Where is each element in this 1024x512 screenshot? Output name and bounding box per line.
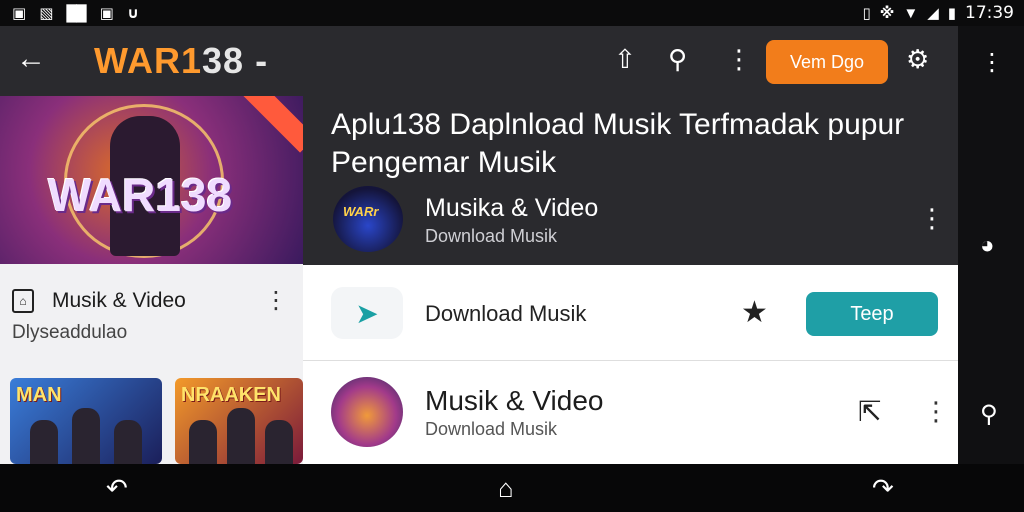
arrow-up-left-icon[interactable]: ⇱ (858, 395, 881, 428)
list-item-avatar (331, 377, 403, 447)
image-icon: ▣ (12, 5, 26, 22)
featured-app-row[interactable]: WARr Musika & Video Download Musik ⋮ (333, 186, 953, 252)
thumbnail-figure (72, 408, 100, 464)
notification-icon: ██ (66, 4, 86, 22)
thumbnail-figure (114, 420, 142, 464)
navigation-bar: ↶ ⌂ ↷ (0, 464, 1024, 512)
bluetooth-icon: ※ (879, 5, 895, 22)
promo-banner[interactable]: WAR138 (0, 96, 303, 264)
back-nav-icon[interactable]: ↶ (106, 474, 128, 502)
banner-title: WAR138 (48, 169, 233, 221)
send-icon: ➤ (331, 287, 403, 339)
more-vert-icon[interactable]: ⋮ (726, 44, 752, 74)
status-right-icons: ▯ ※ ▼ ◢ ▮ 17:39 (862, 0, 1014, 26)
list-item-title: Musik & Video (52, 289, 186, 312)
banner-ribbon (236, 96, 303, 153)
featured-app-subtitle: Download Musik (425, 226, 558, 246)
thumbnail-title: NRAAKEN (181, 384, 281, 406)
key-icon[interactable]: ⚲ (980, 400, 998, 429)
star-icon[interactable]: ★ (741, 295, 768, 330)
brand-number: 38 (202, 40, 245, 81)
featured-app-title: Musika & Video (425, 194, 599, 222)
no-sim-icon: ▧ (39, 5, 53, 22)
recents-icon[interactable]: ↷ (872, 474, 894, 502)
more-vert-icon[interactable]: ⋮ (919, 196, 945, 240)
wifi-icon: ▼ (903, 4, 918, 22)
thumbnail-card[interactable]: NRAAKEN (175, 378, 303, 464)
image-icon: ▣ (99, 5, 114, 22)
thumbnail-title: MAN (16, 384, 62, 406)
status-time: 17:39 (965, 3, 1014, 23)
arrow-left-icon[interactable]: ← (16, 44, 46, 74)
list-item-subtitle: Download Musik (425, 419, 558, 439)
list-item-title: Musik & Video (425, 385, 604, 416)
home-icon[interactable]: ⌂ (498, 474, 514, 502)
search-icon[interactable]: ⚲ (668, 44, 687, 74)
list-item[interactable]: ⌂ Musik & Video ⋮ (12, 286, 292, 316)
signal-icon: ◢ (927, 5, 939, 22)
headset-icon: ∪ (126, 5, 139, 22)
battery-icon: ▮ (947, 5, 956, 22)
more-vert-icon[interactable]: ⋮ (923, 391, 949, 431)
more-vert-icon[interactable]: ⋮ (980, 48, 1004, 77)
list-item[interactable]: Musik & Video Download Musik ⇱ ⋮ (303, 361, 958, 464)
list-item-subtitle: Dlyseaddulao (12, 322, 128, 343)
left-list: ⌂ Musik & Video ⋮ Dlyseaddulao MAN NRAAK… (0, 264, 303, 464)
thumbnail-figure (30, 420, 58, 464)
featured-app-avatar: WARr (333, 186, 403, 252)
app-bar: ← WAR138 - ⇧ ⚲ ⋮ Vem Dgo ⚙ (0, 26, 958, 96)
cta-button[interactable]: Vem Dgo (766, 40, 888, 84)
main-header-panel: Aplu138 Daplnload Musik Terfmadak pupur … (303, 96, 958, 265)
page-title: Aplu138 Daplnload Musik Terfmadak pupur … (331, 108, 905, 179)
status-left-icons: ▣ ▧ ██ ▣ ∪ (0, 4, 139, 23)
share-icon[interactable]: ⇧ (614, 44, 636, 74)
thumbnail-figure (227, 408, 255, 464)
avatar-label: WARr (343, 204, 379, 219)
brand-prefix: WAR1 (94, 40, 203, 81)
status-bar: ▣ ▧ ██ ▣ ∪ ▯ ※ ▼ ◢ ▮ 17:39 (0, 0, 1024, 26)
right-rail: ⋮ ◕ ⚲ (958, 26, 1024, 464)
settings-icon[interactable]: ⚙ (906, 44, 929, 74)
app-logo: WAR138 - (94, 40, 268, 82)
list-item[interactable]: ➤ Download Musik ★ Teep (303, 265, 958, 361)
vibrate-icon: ▯ (862, 5, 870, 22)
thumbnail-figure (265, 420, 293, 464)
home-icon: ⌂ (12, 289, 34, 313)
thumbnail-figure (189, 420, 217, 464)
action-button[interactable]: Teep (806, 292, 938, 336)
clock-icon[interactable]: ◕ (980, 232, 995, 260)
thumbnail-card[interactable]: MAN (10, 378, 162, 464)
list-item-label: Download Musik (425, 301, 587, 326)
more-vert-icon[interactable]: ⋮ (264, 286, 288, 316)
brand-suffix: - (244, 40, 269, 81)
